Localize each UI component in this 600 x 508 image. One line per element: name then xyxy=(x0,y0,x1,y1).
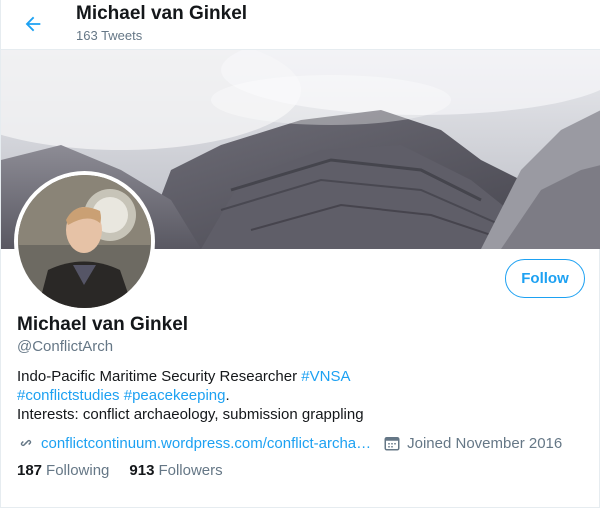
profile-meta: conflictcontinuum.wordpress.com/conflict… xyxy=(17,432,562,454)
avatar[interactable] xyxy=(14,171,155,312)
bio-interests: Interests: conflict archaeology, submiss… xyxy=(17,406,364,423)
follow-stats: 187 Following 913 Followers xyxy=(17,462,243,479)
header-title: Michael van Ginkel xyxy=(76,3,248,24)
following-label: Following xyxy=(46,462,110,479)
bio-text: Indo-Pacific Maritime Security Researche… xyxy=(17,368,302,385)
joined-date: Joined November 2016 xyxy=(407,434,563,452)
hashtag-link[interactable]: #conflictstudies xyxy=(17,387,120,404)
following-stat[interactable]: 187 Following xyxy=(17,462,109,479)
tweet-count: 163 Tweets xyxy=(76,28,143,43)
followers-label: Followers xyxy=(158,462,223,479)
follow-button[interactable]: Follow xyxy=(505,259,585,298)
arrow-left-icon xyxy=(25,16,41,32)
profile-handle: @ConflictArch xyxy=(17,338,114,355)
hashtag-link[interactable]: #VNSA xyxy=(301,368,350,385)
profile-bio: Indo-Pacific Maritime Security Researche… xyxy=(17,367,577,424)
back-button[interactable] xyxy=(17,8,49,40)
calendar-icon xyxy=(383,434,401,452)
followers-stat[interactable]: 913 Followers xyxy=(129,462,222,479)
followers-count: 913 xyxy=(129,462,155,479)
profile-name: Michael van Ginkel xyxy=(17,314,189,335)
following-count: 187 xyxy=(17,462,43,479)
profile-page: Michael van Ginkel 163 Tweets Follow Mic… xyxy=(0,0,600,508)
link-icon xyxy=(17,434,35,452)
website-link[interactable]: conflictcontinuum.wordpress.com/conflict… xyxy=(41,435,371,452)
top-bar: Michael van Ginkel 163 Tweets xyxy=(1,0,600,50)
bio-text: . xyxy=(225,387,230,404)
hashtag-link[interactable]: #peacekeeping xyxy=(124,387,226,404)
joined-info: Joined November 2016 xyxy=(383,434,562,452)
